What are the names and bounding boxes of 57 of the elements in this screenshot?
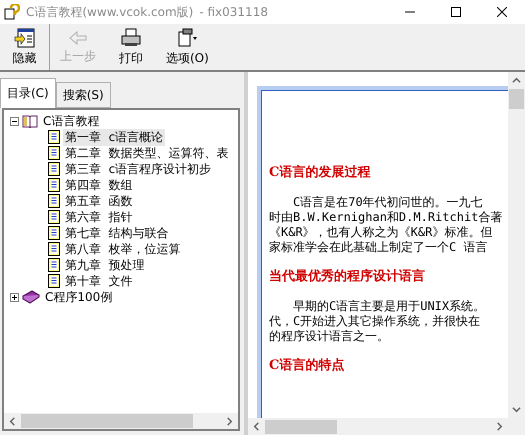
expand-button[interactable] (10, 292, 19, 302)
horizontal-scrollbar[interactable] (4, 413, 238, 429)
close-icon (497, 7, 507, 17)
tree-item[interactable]: 第十章 文件 (63, 272, 135, 290)
tree-item[interactable]: 第二章 数据类型、运算符、表 (63, 144, 231, 162)
paragraph-line: 时由B.W.Kernighan和D.M.Ritchit合著 (269, 210, 504, 225)
section-heading: C语言的特点 (269, 356, 346, 374)
paragraph-line: 的程序设计语言之一。 (269, 329, 390, 344)
toolbar-button[interactable]: 隐藏 (0, 24, 50, 70)
page-icon (48, 274, 60, 288)
horizontal-scrollbar[interactable] (248, 418, 525, 435)
paragraph-line: C语言是在70年代初问世的。一九七 (292, 195, 484, 210)
tree-item[interactable]: 第八章 枚举，位运算 (63, 240, 183, 258)
tree-item[interactable]: 第四章 数组 (63, 176, 135, 194)
tree-item[interactable]: 第六章 指针 (63, 208, 135, 226)
scroll-thumb[interactable] (509, 89, 524, 109)
paragraph-line: 家标准学会在此基础上制定了一个C 语言 (269, 240, 488, 255)
scroll-thumb[interactable] (265, 420, 337, 434)
tree-item[interactable]: C程序100例 (43, 288, 114, 306)
scroll-thumb[interactable] (21, 414, 193, 428)
collapse-button[interactable] (10, 116, 19, 126)
open-book-icon (22, 114, 38, 128)
page-icon (48, 194, 60, 208)
tree-item[interactable]: C语言教程 (41, 112, 102, 130)
book-icon (22, 290, 40, 304)
page-icon (48, 242, 60, 256)
options-icon (176, 28, 198, 48)
section-heading: C语言的发展过程 (269, 164, 372, 181)
printer-icon (120, 28, 142, 48)
vertical-scrollbar[interactable] (508, 72, 525, 418)
paragraph-line: 早期的C语言主要是用于UNIX系统。 (292, 299, 486, 314)
tree-item[interactable]: 第三章 c语言程序设计初步 (63, 160, 214, 178)
tree-item[interactable]: 第一章 c语言概论 (63, 128, 166, 146)
page-icon (48, 162, 60, 176)
paragraph-line: 代，C开始进入其它操作系统，并很快在 (269, 314, 482, 329)
tab[interactable]: 目录(C) (0, 78, 56, 108)
page-icon (48, 210, 60, 224)
toolbar-button[interactable]: 打印 (106, 24, 156, 70)
tab[interactable]: 搜索(S) (56, 82, 111, 108)
tree-item[interactable]: 第九章 预处理 (63, 256, 147, 274)
tree-item[interactable]: 第七章 结构与联合 (63, 224, 171, 242)
page-icon (48, 178, 60, 192)
back-arrow-icon (68, 30, 88, 46)
toolbar-button[interactable]: 选项(O) (156, 24, 219, 70)
window-subtitle: - fix031118 (199, 5, 268, 19)
help-icon (4, 4, 20, 20)
page-icon (48, 146, 60, 160)
section-heading: 当代最优秀的程序设计语言 (269, 268, 426, 285)
page-icon (48, 258, 60, 272)
plus-icon (11, 294, 18, 300)
page-icon (48, 226, 60, 240)
tree-item[interactable]: 第五章 函数 (63, 192, 135, 210)
maximize-icon (451, 7, 461, 17)
panel-arrow-icon (14, 28, 36, 48)
window-title: C语言教程(www.vcok.com版) (26, 4, 194, 20)
paragraph-line: 《K&R》，也有人称之为《K&R》标准。但 (269, 225, 494, 240)
page-icon (48, 130, 60, 144)
